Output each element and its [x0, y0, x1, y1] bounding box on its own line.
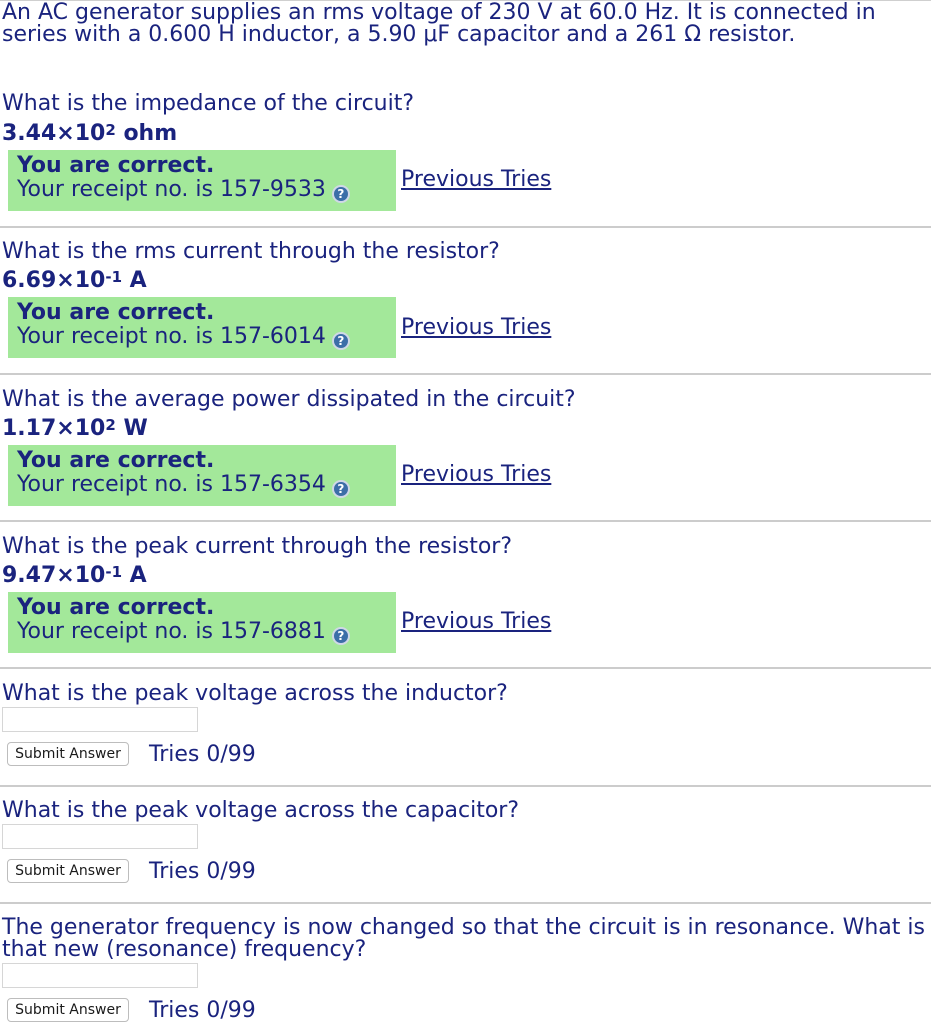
- answer-exponent: 2: [105, 121, 116, 139]
- correct-status: You are correct.: [17, 595, 215, 620]
- answer-exponent: -1: [105, 563, 123, 581]
- answer-mantissa: 3.44×10: [2, 121, 106, 146]
- question-circle-icon[interactable]: ?: [331, 185, 350, 203]
- question-peak-voltage-inductor: What is the peak voltage across the indu…: [2, 681, 508, 706]
- previous-tries-link[interactable]: Previous Tries: [401, 315, 551, 341]
- answer-input[interactable]: [2, 963, 198, 988]
- previous-tries-link[interactable]: Previous Tries: [401, 462, 551, 488]
- receipt-number: Your receipt no. is 157-6014: [17, 324, 326, 349]
- receipt-line: Your receipt no. is 157-6354?: [17, 473, 396, 498]
- correct-status: You are correct.: [17, 448, 215, 473]
- question-average-power: What is the average power dissipated in …: [2, 387, 576, 412]
- answer-mantissa: 1.17×10: [2, 416, 106, 441]
- section-divider: [0, 785, 931, 787]
- submit-answer-button[interactable]: Submit Answer: [7, 998, 129, 1022]
- question-resonance-frequency: The generator frequency is now changed s…: [2, 915, 925, 962]
- tries-counter: Tries 0/99: [149, 742, 256, 767]
- section-divider: [0, 667, 931, 669]
- correct-status: You are correct.: [17, 153, 215, 178]
- answer-input[interactable]: [2, 707, 198, 732]
- tries-counter: Tries 0/99: [149, 859, 256, 884]
- correct-feedback-box: You are correct. Your receipt no. is 157…: [8, 445, 396, 506]
- answer-input[interactable]: [2, 824, 198, 849]
- question-circle-icon[interactable]: ?: [331, 332, 350, 350]
- receipt-line: Your receipt no. is 157-6881?: [17, 620, 396, 645]
- correct-status: You are correct.: [17, 300, 215, 325]
- correct-feedback-box: You are correct. Your receipt no. is 157…: [8, 150, 396, 211]
- question-peak-voltage-capacitor: What is the peak voltage across the capa…: [2, 798, 520, 823]
- answer-mantissa: 9.47×10: [2, 563, 106, 588]
- answer-unit: A: [122, 268, 147, 293]
- submit-answer-button[interactable]: Submit Answer: [7, 859, 129, 883]
- section-divider: [0, 226, 931, 228]
- question-rms-current: What is the rms current through the resi…: [2, 239, 500, 264]
- receipt-number: Your receipt no. is 157-9533: [17, 177, 326, 202]
- answer-unit: W: [115, 416, 148, 441]
- answer-impedance: 3.44×102 ohm: [2, 121, 177, 147]
- answer-average-power: 1.17×102 W: [2, 416, 148, 442]
- receipt-line: Your receipt no. is 157-6014?: [17, 325, 396, 350]
- answer-exponent: 2: [105, 416, 116, 434]
- tries-counter: Tries 0/99: [149, 998, 256, 1023]
- section-divider: [0, 902, 931, 904]
- receipt-number: Your receipt no. is 157-6354: [17, 472, 326, 497]
- question-impedance: What is the impedance of the circuit?: [2, 91, 415, 116]
- answer-unit: A: [122, 563, 147, 588]
- section-divider: [0, 520, 931, 522]
- previous-tries-link[interactable]: Previous Tries: [401, 167, 551, 193]
- answer-mantissa: 6.69×10: [2, 268, 106, 293]
- correct-feedback-box: You are correct. Your receipt no. is 157…: [8, 592, 396, 653]
- correct-feedback-box: You are correct. Your receipt no. is 157…: [8, 297, 396, 358]
- receipt-line: Your receipt no. is 157-9533?: [17, 178, 396, 203]
- question-circle-icon[interactable]: ?: [331, 627, 350, 645]
- submit-answer-button[interactable]: Submit Answer: [7, 742, 129, 766]
- receipt-number: Your receipt no. is 157-6881: [17, 619, 326, 644]
- previous-tries-link[interactable]: Previous Tries: [401, 609, 551, 635]
- section-divider: [0, 373, 931, 375]
- answer-exponent: -1: [105, 268, 123, 286]
- problem-statement: An AC generator supplies an rms voltage …: [2, 0, 876, 47]
- question-circle-icon[interactable]: ?: [331, 480, 350, 498]
- answer-unit: ohm: [115, 121, 178, 146]
- question-peak-current: What is the peak current through the res…: [2, 534, 513, 559]
- answer-rms-current: 6.69×10-1 A: [2, 268, 147, 294]
- answer-peak-current: 9.47×10-1 A: [2, 563, 147, 589]
